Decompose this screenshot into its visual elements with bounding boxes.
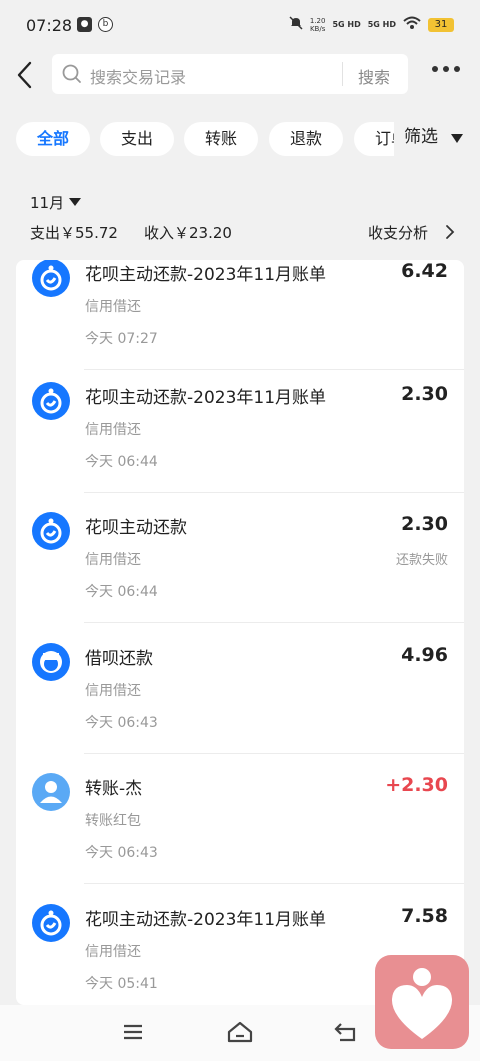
huabei-icon [32,260,70,297]
home-icon[interactable] [226,1019,254,1049]
more-options-icon[interactable] [432,66,460,72]
transaction-list: 花呗主动还款-2023年11月账单 信用借还 今天 07:27 6.42 花呗主… [16,260,464,1005]
mute-icon [289,15,303,34]
net-speed-unit: KB/s [309,24,326,33]
transaction-item[interactable]: 花呗主动还款 信用借还 今天 06:44 2.30 还款失败 [16,493,464,623]
search-input[interactable]: 搜索交易记录 [90,64,186,88]
transaction-time: 今天 06:44 [85,454,158,470]
status-time: 07:28 [26,16,73,35]
transaction-title: 花呗主动还款-2023年11月账单 [85,265,327,285]
search-icon [62,64,82,88]
caret-down-icon[interactable] [69,198,81,206]
month-selector[interactable]: 11月 [30,192,64,213]
transaction-title: 花呗主动还款 [85,518,187,538]
analysis-link[interactable]: 收支分析 [368,222,428,243]
transaction-category: 转账红包 [85,813,141,829]
expense-total: 支出￥55.72 [30,224,118,242]
transaction-amount: 2.30 [401,383,448,405]
huabei-icon [32,382,70,420]
notification-icon: ● [77,17,92,32]
transaction-category: 信用借还 [85,422,141,438]
divider [84,883,464,884]
person-avatar-icon [32,773,70,811]
floating-heart-button[interactable] [375,955,469,1049]
net-speed-value: 1.20 [309,16,326,25]
chip-expense[interactable]: 支出 [100,122,174,156]
transaction-amount: 4.96 [401,644,448,666]
heart-icon [391,968,453,1039]
caret-down-icon [451,134,463,143]
transaction-time: 今天 06:43 [85,715,158,731]
signal-2: 5G HD [367,20,396,29]
transaction-category: 信用借还 [85,944,141,960]
wifi-icon [403,15,421,34]
transaction-title: 借呗还款 [85,649,153,669]
transaction-item[interactable]: 转账-杰 转账红包 今天 06:43 +2.30 [16,754,464,884]
transaction-item[interactable]: 花呗主动还款-2023年11月账单 信用借还 今天 07:27 6.42 [16,260,464,370]
transaction-category: 信用借还 [85,552,141,568]
huabei-icon [32,904,70,942]
signal-1: 5G HD [332,20,361,29]
battery-icon: 31 [428,17,454,32]
huabei-icon [32,512,70,550]
filter-chips: 全部 支出 转账 退款 订单 筛选 [0,122,480,158]
transaction-time: 今天 06:44 [85,584,158,600]
search-divider [342,62,343,86]
search-button[interactable]: 搜索 [358,64,390,88]
back-button[interactable] [14,60,38,90]
chevron-left-icon [17,61,32,89]
transaction-title: 花呗主动还款-2023年11月账单 [85,388,327,408]
transaction-category: 信用借还 [85,683,141,699]
chip-transfer[interactable]: 转账 [184,122,258,156]
transaction-category: 信用借还 [85,299,141,315]
chip-all[interactable]: 全部 [16,122,90,156]
chip-refund[interactable]: 退款 [269,122,343,156]
transaction-item[interactable]: 花呗主动还款-2023年11月账单 信用借还 今天 06:44 2.30 [16,363,464,493]
filter-button[interactable]: 筛选 [394,122,480,156]
transaction-time: 今天 05:41 [85,976,158,992]
transaction-title: 花呗主动还款-2023年11月账单 [85,910,327,930]
transaction-status: 还款失败 [395,553,448,568]
jiebei-icon [32,643,70,681]
transaction-amount: 2.30 [401,513,448,535]
app-icon: b [98,17,113,32]
chevron-right-icon[interactable] [444,224,456,244]
transaction-amount: 6.42 [401,260,448,282]
filter-label: 筛选 [404,127,438,147]
menu-icon[interactable] [120,1019,146,1049]
search-bar[interactable]: 搜索交易记录 搜索 [52,54,408,94]
back-nav-icon[interactable] [332,1019,360,1049]
transaction-amount: +2.30 [385,774,448,796]
net-speed: 1.20 KB/s [310,17,326,33]
transaction-time: 今天 06:43 [85,845,158,861]
transaction-item[interactable]: 借呗还款 信用借还 今天 06:43 4.96 [16,624,464,754]
transaction-amount: 7.58 [401,905,448,927]
status-bar: 07:28 ● b 1.20 KB/s 5G HD 5G HD 31 [0,0,480,50]
divider [84,622,464,623]
income-total: 收入￥23.20 [144,224,232,242]
transaction-time: 今天 07:27 [85,331,158,347]
transaction-title: 转账-杰 [85,779,143,799]
